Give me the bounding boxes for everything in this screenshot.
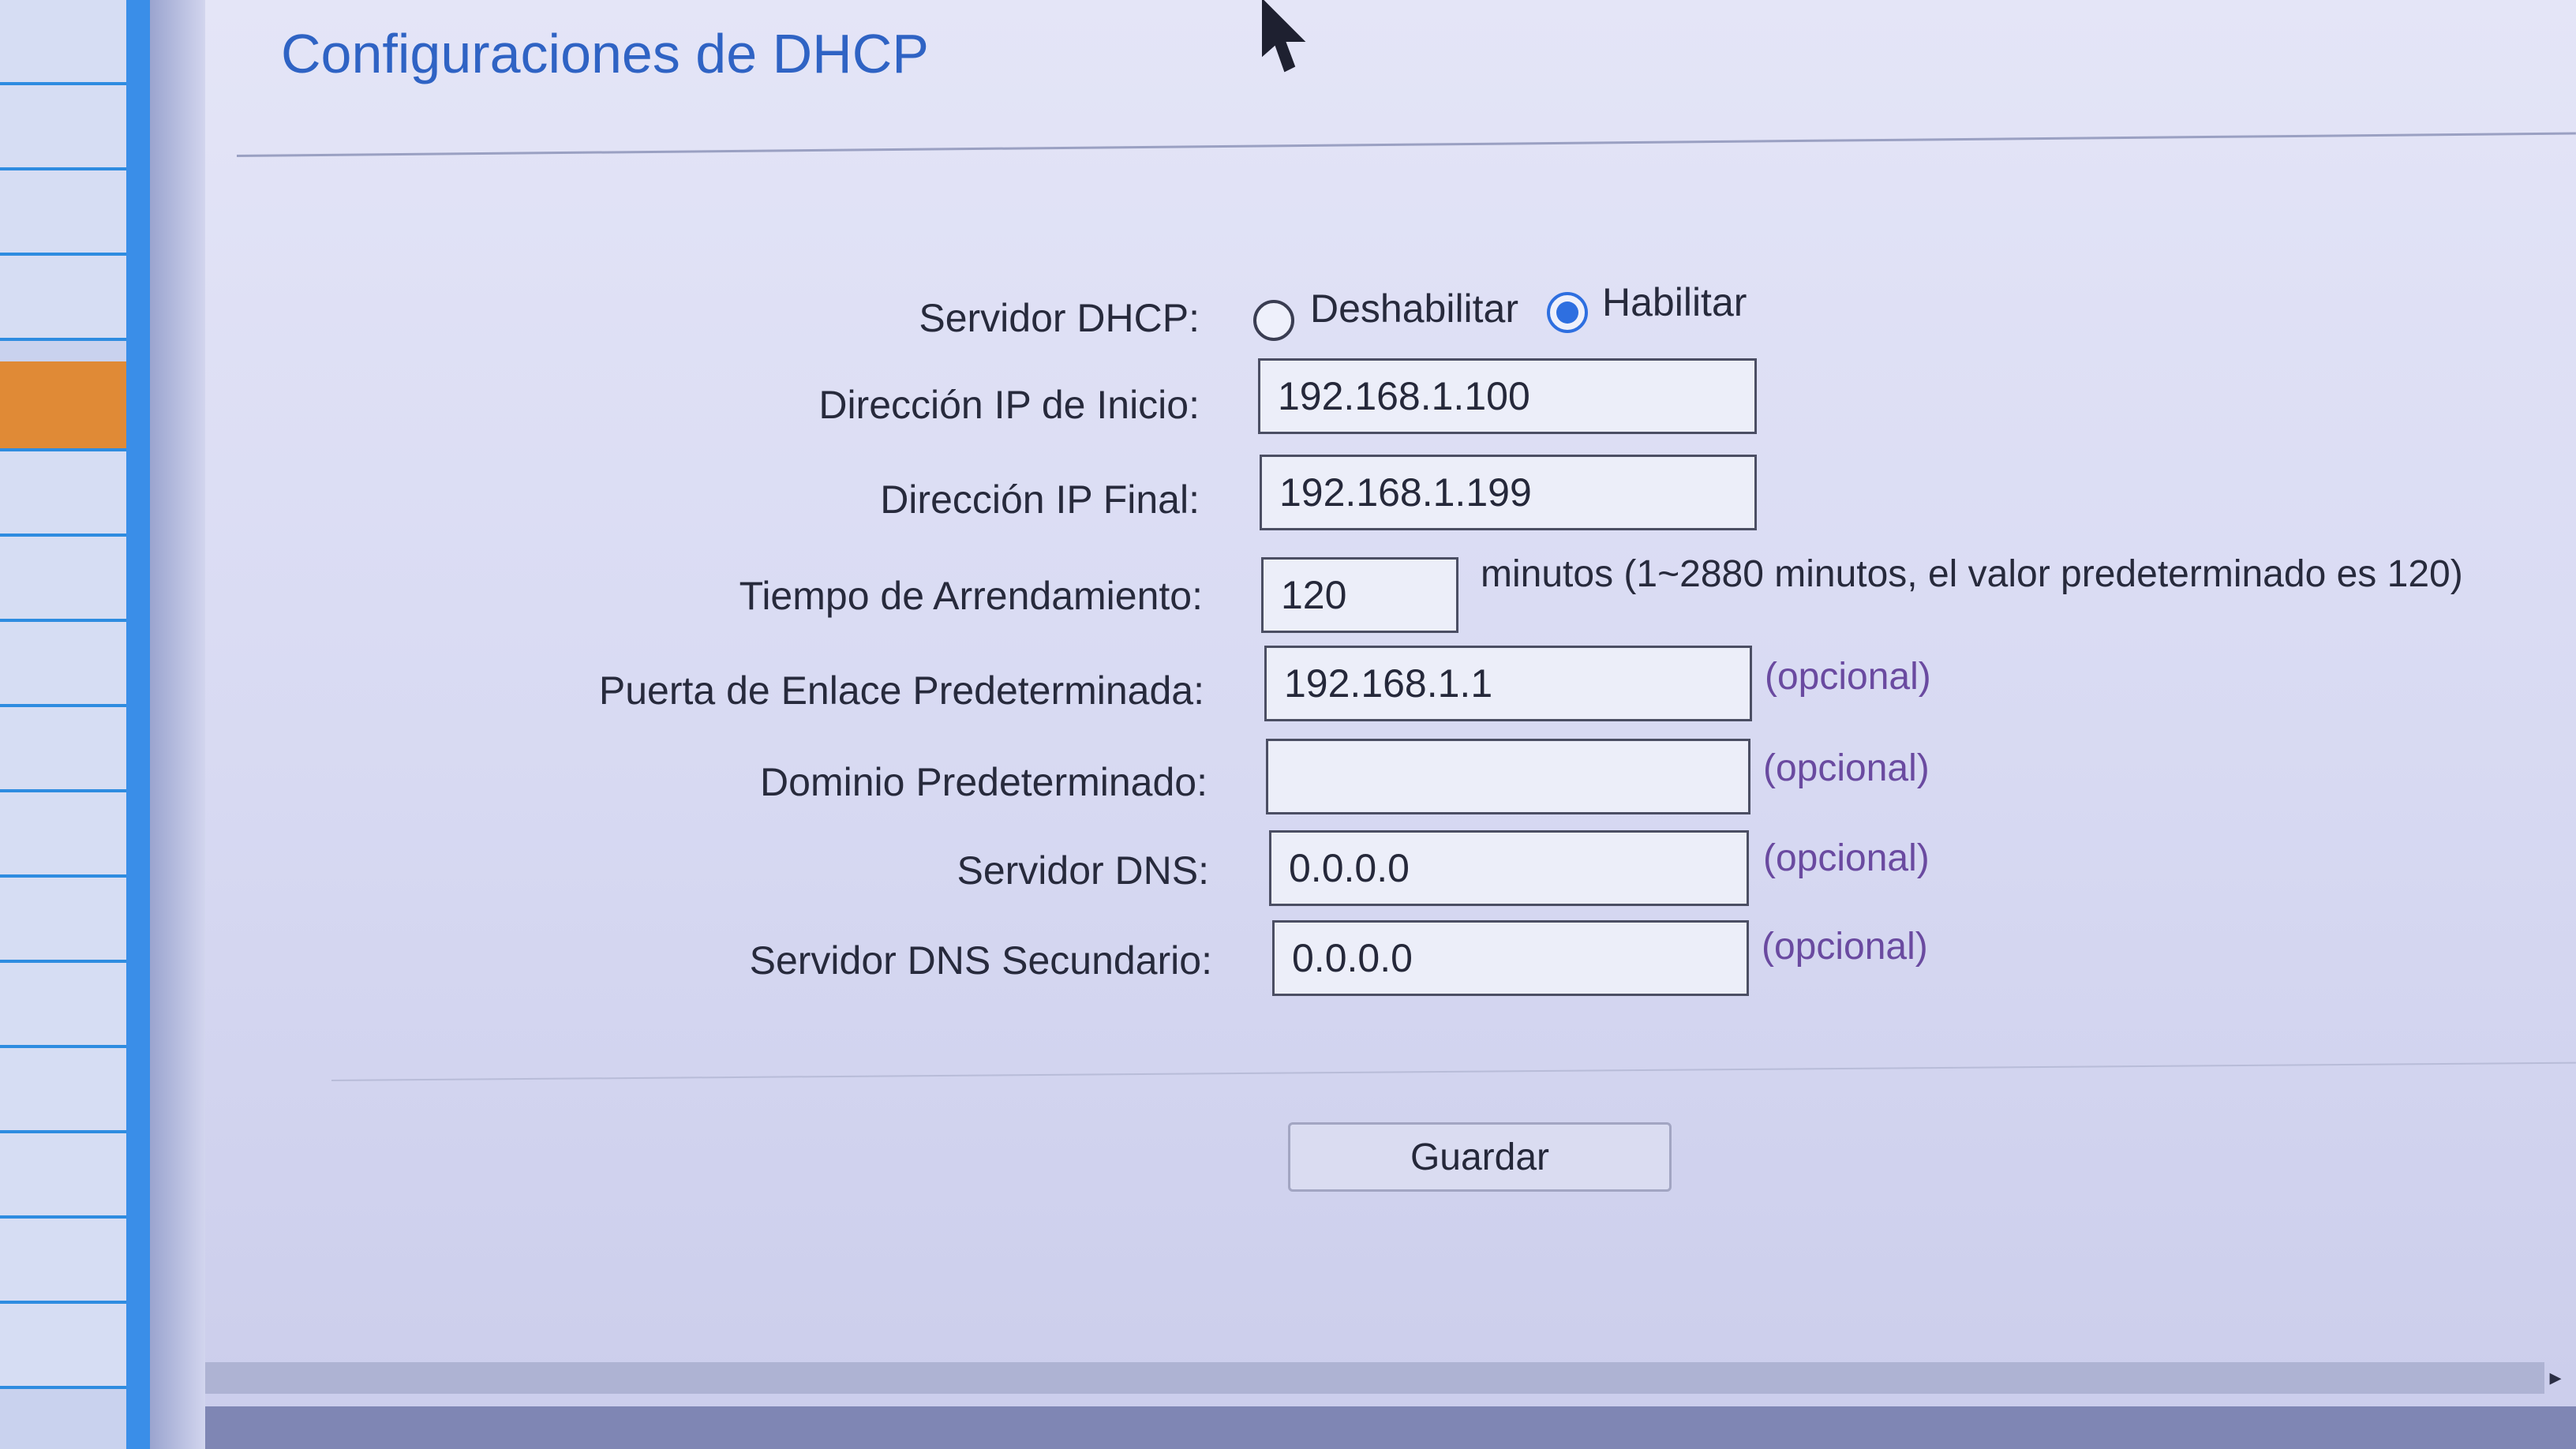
- nav-menu-item[interactable]: [0, 451, 126, 537]
- nav-menu-item-active[interactable]: [0, 361, 126, 451]
- gateway-input[interactable]: [1264, 646, 1752, 721]
- dhcp-server-row: Servidor DHCP:: [710, 284, 1200, 371]
- dns-secondary-input[interactable]: [1272, 920, 1749, 996]
- start-ip-input[interactable]: [1258, 358, 1757, 434]
- horizontal-scrollbar[interactable]: [205, 1362, 2544, 1394]
- mouse-pointer-icon: [1262, 0, 1306, 73]
- left-navigation-menu: [0, 0, 134, 1449]
- gateway-optional-hint: (opcional): [1765, 656, 1931, 698]
- dhcp-disable-radio[interactable]: [1253, 300, 1294, 341]
- dns-primary-input[interactable]: [1269, 830, 1749, 906]
- nav-menu-item[interactable]: [0, 622, 126, 707]
- form-divider: [331, 1061, 2576, 1081]
- lease-time-label: Tiempo de Arrendamiento:: [739, 574, 1203, 618]
- gateway-row: Puerta de Enlace Predeterminada:: [552, 666, 1204, 753]
- end-ip-input[interactable]: [1260, 455, 1757, 530]
- start-ip-label: Dirección IP de Inicio:: [818, 383, 1200, 427]
- dhcp-enable-radio[interactable]: [1547, 292, 1588, 333]
- nav-divider-rail: [126, 0, 150, 1449]
- domain-row: Dominio Predeterminado:: [631, 758, 1208, 844]
- dns-secondary-row: Servidor DNS Secundario:: [631, 936, 1212, 1023]
- nav-menu-item[interactable]: [0, 256, 126, 341]
- screen-bottom-edge: [205, 1406, 2576, 1449]
- nav-menu-item[interactable]: [0, 0, 126, 85]
- browser-viewport: Configuraciones de DHCP Servidor DHCP: D…: [0, 0, 2576, 1449]
- lease-time-hint: minutos (1~2880 minutos, el valor predet…: [1481, 553, 2463, 595]
- nav-menu-item[interactable]: [0, 963, 126, 1048]
- end-ip-row: Dirección IP Final:: [631, 474, 1200, 560]
- nav-menu-item[interactable]: [0, 1304, 126, 1389]
- dns-primary-optional-hint: (opcional): [1763, 837, 1930, 879]
- nav-menu-item[interactable]: [0, 878, 126, 963]
- title-divider: [236, 132, 2576, 157]
- dns-secondary-label: Servidor DNS Secundario:: [749, 938, 1212, 983]
- nav-menu-item[interactable]: [0, 1048, 126, 1133]
- domain-input[interactable]: [1266, 739, 1750, 814]
- dhcp-disable-label[interactable]: Deshabilitar: [1310, 286, 1518, 331]
- dns-primary-label: Servidor DNS:: [957, 848, 1209, 893]
- nav-menu-item[interactable]: [0, 85, 126, 170]
- dns-primary-row: Servidor DNS:: [710, 846, 1209, 933]
- end-ip-label: Dirección IP Final:: [880, 477, 1200, 522]
- nav-menu-item[interactable]: [0, 1219, 126, 1304]
- nav-menu-item[interactable]: [0, 537, 126, 622]
- dns-secondary-optional-hint: (opcional): [1762, 926, 1928, 968]
- nav-menu-item[interactable]: [0, 792, 126, 878]
- nav-menu-item[interactable]: [0, 170, 126, 256]
- scroll-right-arrow-icon[interactable]: ▸: [2541, 1364, 2570, 1392]
- save-button[interactable]: Guardar: [1288, 1122, 1672, 1192]
- lease-time-row: Tiempo de Arrendamiento:: [631, 570, 1203, 657]
- domain-optional-hint: (opcional): [1763, 747, 1930, 789]
- lease-time-input[interactable]: [1261, 557, 1458, 633]
- nav-shadow: [150, 0, 205, 1449]
- gateway-label: Puerta de Enlace Predeterminada:: [598, 668, 1204, 713]
- domain-label: Dominio Predeterminado:: [760, 760, 1208, 804]
- dhcp-server-label: Servidor DHCP:: [919, 296, 1200, 340]
- dhcp-enable-label[interactable]: Habilitar: [1602, 279, 1747, 325]
- nav-menu-item[interactable]: [0, 707, 126, 792]
- nav-menu-item[interactable]: [0, 1133, 126, 1219]
- start-ip-row: Dirección IP de Inicio:: [631, 377, 1200, 464]
- page-title: Configuraciones de DHCP: [281, 23, 929, 84]
